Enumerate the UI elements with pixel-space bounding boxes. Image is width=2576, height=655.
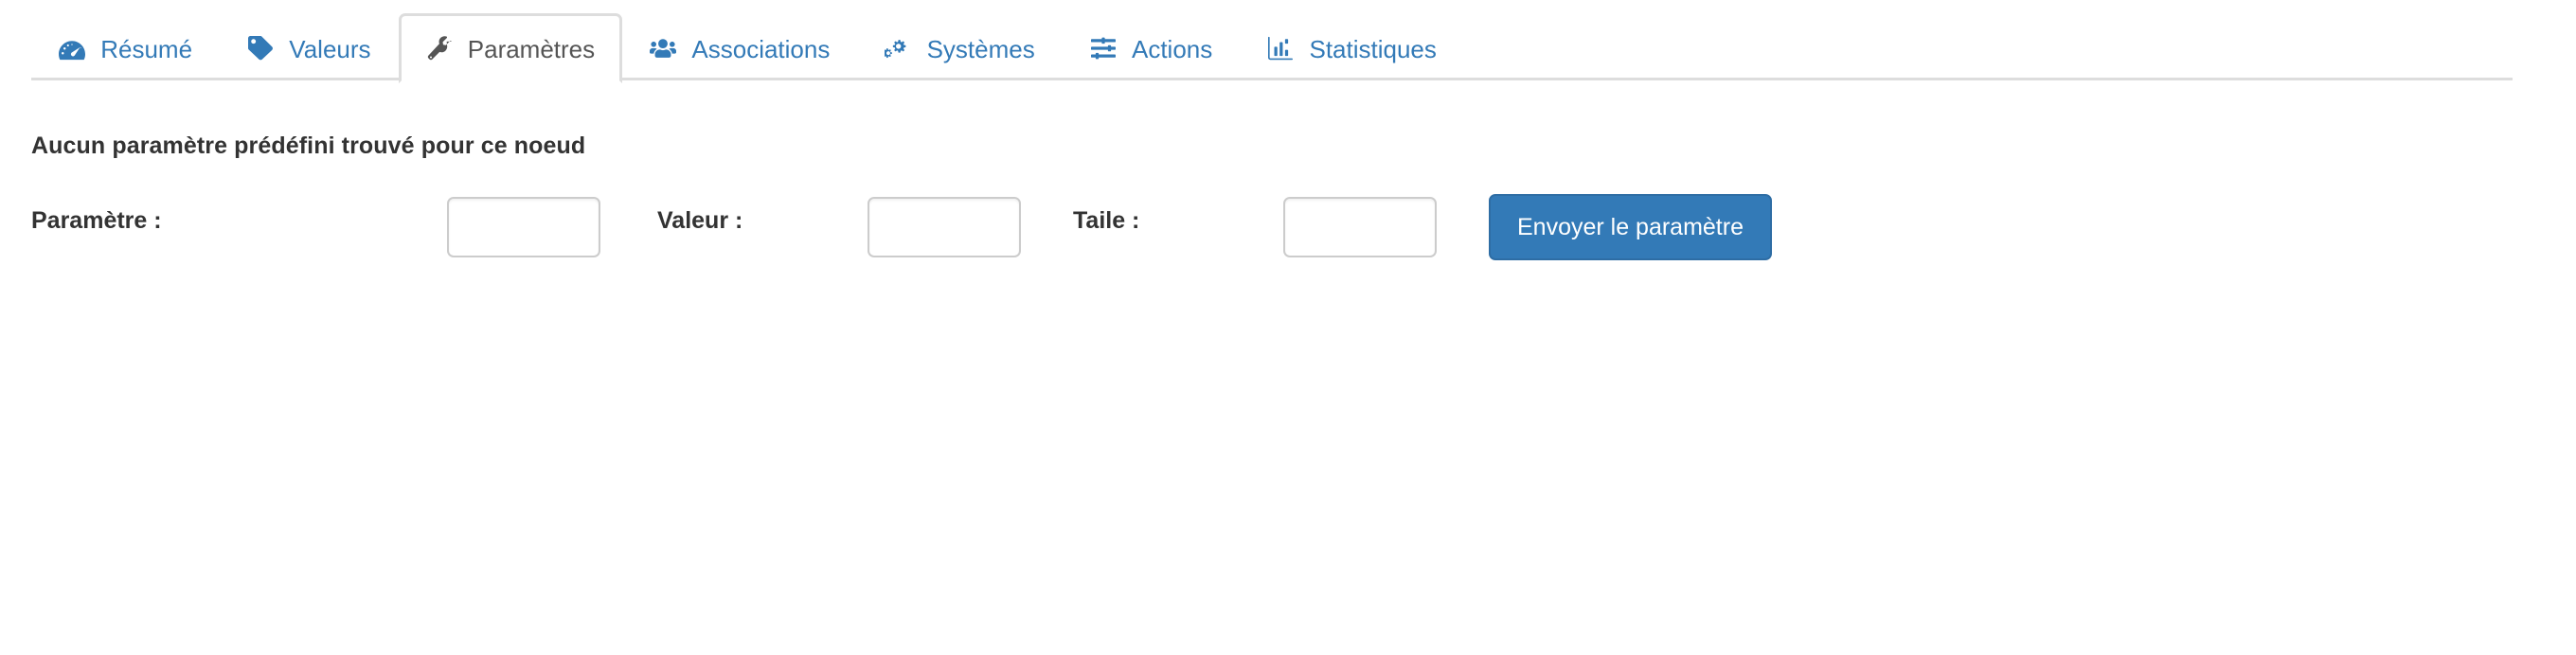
valeur-label: Valeur : (657, 207, 743, 234)
send-parameter-button[interactable]: Envoyer le paramètre (1489, 194, 1772, 260)
parameter-form: Paramètre : Valeur : Taile : Envoyer le … (0, 194, 2576, 270)
bar-chart-icon (1267, 36, 1294, 61)
tab-label: Statistiques (1309, 35, 1437, 63)
tab-actions[interactable]: Actions (1063, 13, 1241, 80)
parameters-page: Résumé Valeurs Paramètres Associations S… (0, 0, 2576, 655)
tab-label: Valeurs (289, 35, 371, 63)
wrench-icon (426, 36, 453, 61)
cogs-icon (885, 36, 911, 61)
tab-resume[interactable]: Résumé (31, 13, 220, 80)
tab-statistiques[interactable]: Statistiques (1240, 13, 1464, 80)
taille-label: Taile : (1073, 207, 1140, 234)
parametre-label: Paramètre : (31, 207, 162, 234)
taille-input[interactable] (1283, 197, 1437, 257)
sliders-icon (1090, 36, 1117, 61)
tab-valeurs[interactable]: Valeurs (220, 13, 398, 80)
tab-parametres[interactable]: Paramètres (398, 13, 623, 83)
empty-parameters-message: Aucun paramètre prédéfini trouvé pour ce… (31, 133, 586, 159)
tab-label: Résumé (100, 35, 193, 63)
tab-label: Systèmes (926, 35, 1035, 63)
tab-label: Actions (1131, 35, 1213, 63)
parametre-input[interactable] (447, 197, 600, 257)
tab-label: Associations (691, 35, 831, 63)
tag-icon (247, 36, 274, 61)
users-icon (650, 36, 677, 61)
tachometer-icon (59, 36, 85, 61)
tab-label: Paramètres (467, 35, 596, 63)
tab-associations[interactable]: Associations (622, 13, 857, 80)
tab-systemes[interactable]: Systèmes (857, 13, 1062, 80)
valeur-input[interactable] (868, 197, 1021, 257)
tab-bar: Résumé Valeurs Paramètres Associations S… (31, 13, 2513, 83)
